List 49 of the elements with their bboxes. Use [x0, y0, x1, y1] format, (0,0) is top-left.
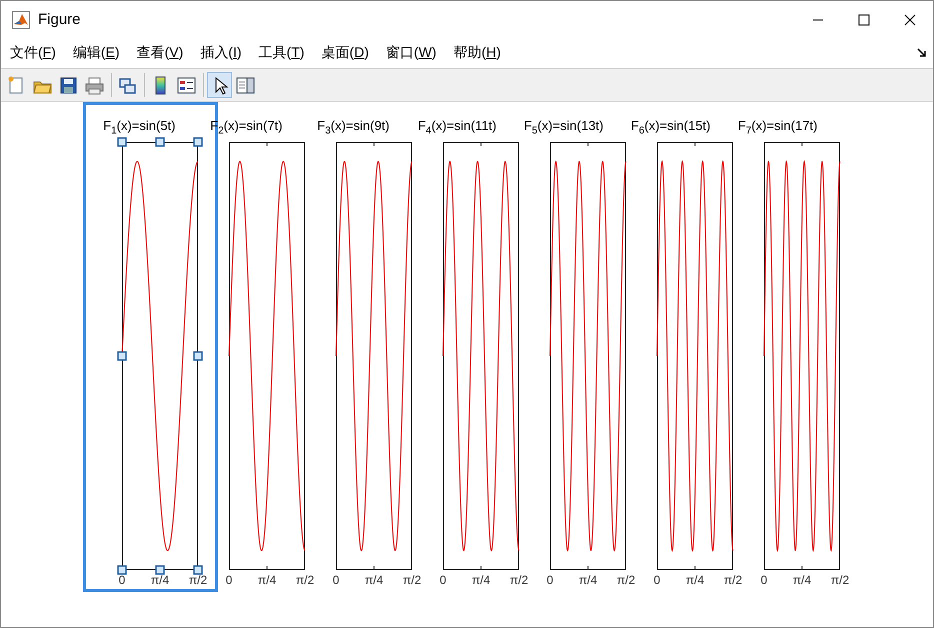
pointer-tool-icon[interactable]: [207, 72, 232, 98]
selection-handle[interactable]: [193, 137, 203, 147]
selection-handle[interactable]: [117, 351, 127, 361]
tick-label: π/2: [402, 573, 422, 587]
tick-label: 0: [546, 573, 554, 587]
tick-label: π/2: [616, 573, 636, 587]
menu-item[interactable]: 帮助(H): [453, 42, 509, 64]
tick-label: π/4: [150, 573, 170, 587]
dock-arrow-icon[interactable]: [917, 48, 927, 58]
tick-label: 0: [760, 573, 768, 587]
menu-item[interactable]: 插入(I): [200, 42, 250, 64]
menu-item[interactable]: 查看(V): [136, 42, 192, 64]
selection-handle[interactable]: [155, 565, 165, 575]
menu-item[interactable]: 桌面(D): [321, 42, 377, 64]
menu-item[interactable]: 工具(T): [258, 42, 312, 64]
menu-item[interactable]: 窗口(W): [386, 42, 444, 64]
tick-label: 0: [332, 573, 340, 587]
tick-label: π/4: [578, 573, 598, 587]
selection-handle[interactable]: [117, 137, 127, 147]
app-icon: [12, 10, 30, 28]
menu-item[interactable]: 编辑(E): [72, 42, 128, 64]
selection-handle[interactable]: [117, 565, 127, 575]
plot-title: F$_{7}$(x)=sin(17t): [738, 117, 818, 136]
selection-handle[interactable]: [193, 351, 203, 361]
tick-label: π/4: [686, 573, 704, 587]
tick-label: 0: [654, 573, 660, 587]
tick-label: π/4: [364, 573, 384, 587]
maximize-icon: [858, 14, 870, 26]
plot-title: F$_{3}$(x)=sin(9t): [317, 117, 390, 136]
tick-label: π/2: [830, 573, 850, 587]
tick-label: π/4: [258, 573, 276, 587]
tick-label: π/2: [510, 573, 528, 587]
tick-label: 0: [226, 573, 232, 587]
plot-title: F$_{5}$(x)=sin(13t): [524, 117, 604, 136]
close-icon: [904, 14, 916, 26]
selection-handle[interactable]: [155, 137, 165, 147]
tick-label: π/4: [792, 573, 812, 587]
tick-label: π/2: [724, 573, 742, 587]
tick-label: 0: [118, 573, 126, 587]
window-title: Figure: [38, 11, 82, 28]
tick-label: π/2: [188, 573, 208, 587]
plot-title: F$_{1}$(x)=sin(5t): [103, 117, 176, 136]
tick-label: π/4: [472, 573, 490, 587]
menu-item[interactable]: 文件(F): [10, 42, 64, 64]
plot-title: F$_{4}$(x)=sin(11t): [418, 117, 496, 136]
selection-handle[interactable]: [193, 565, 203, 575]
plot-title: F$_{6}$(x)=sin(15t): [630, 117, 710, 136]
tick-label: π/2: [296, 573, 314, 587]
tick-label: 0: [440, 573, 446, 587]
